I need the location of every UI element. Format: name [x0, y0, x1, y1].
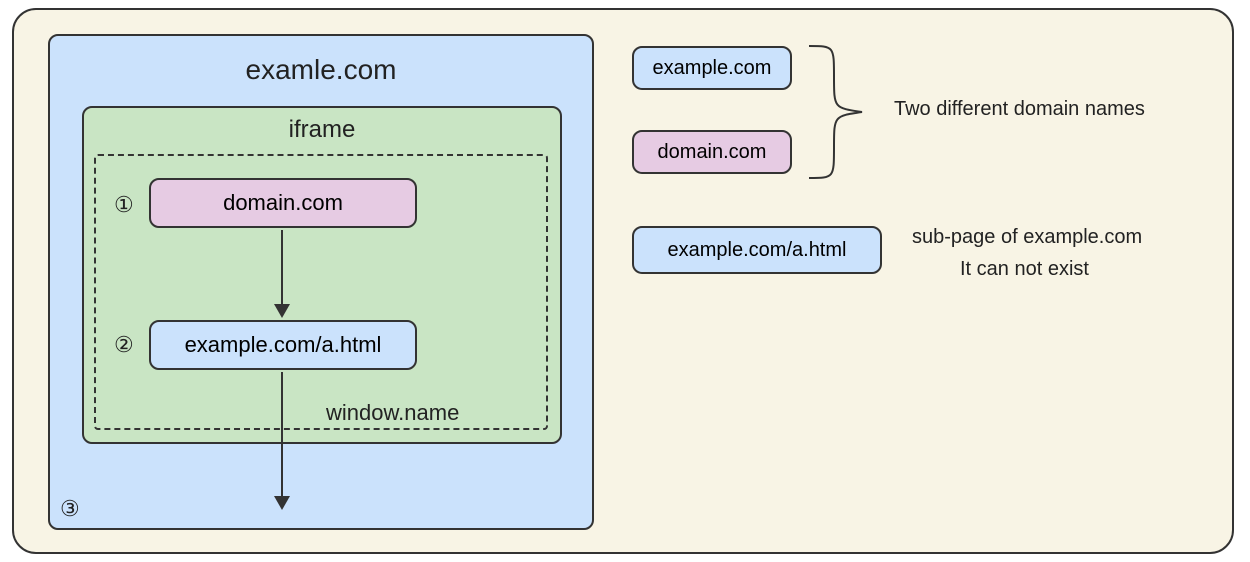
legend-subpage-desc1: sub-page of example.com [912, 226, 1142, 249]
legend-domain-box: domain.com [632, 130, 792, 174]
legend-domain-text: domain.com [658, 141, 767, 164]
arrow-1-head-icon [274, 304, 290, 318]
subpage-inner-box: example.com/a.html [149, 320, 417, 370]
legend-example-box: example.com [632, 46, 792, 90]
legend-subpage-box: example.com/a.html [632, 226, 882, 274]
domain-inner-text: domain.com [223, 190, 343, 216]
legend-subpage-desc2: It can not exist [960, 258, 1089, 281]
marker-1: ① [114, 192, 134, 218]
outer-frame: examle.com iframe window.name domain.com… [12, 8, 1234, 554]
brace-icon [804, 42, 874, 182]
diagram-canvas: examle.com iframe window.name domain.com… [0, 0, 1250, 562]
marker-2: ② [114, 332, 134, 358]
legend-two-diff-label: Two different domain names [894, 98, 1145, 121]
window-name-label: window.name [326, 400, 459, 426]
iframe-label: iframe [84, 116, 560, 144]
domain-inner-box: domain.com [149, 178, 417, 228]
legend-subpage-text: example.com/a.html [668, 239, 847, 262]
marker-3: ③ [60, 496, 80, 522]
arrow-2-line [281, 372, 283, 498]
arrow-2-head-icon [274, 496, 290, 510]
example-title: examle.com [50, 54, 592, 86]
arrow-1-line [281, 230, 283, 306]
subpage-inner-text: example.com/a.html [185, 332, 382, 358]
legend-example-text: example.com [653, 57, 772, 80]
